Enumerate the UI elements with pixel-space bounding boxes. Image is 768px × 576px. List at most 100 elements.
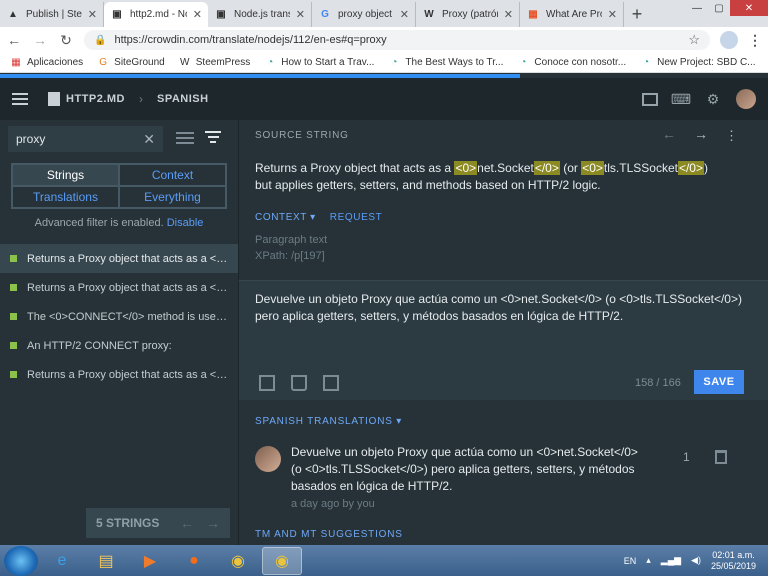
placeholder-tag[interactable]: <0> <box>454 161 478 175</box>
input-language[interactable]: EN <box>624 556 637 566</box>
reload-icon[interactable]: ↻ <box>58 32 74 48</box>
close-icon[interactable]: ✕ <box>296 8 305 21</box>
list-item[interactable]: Returns a Proxy object that acts as a <0… <box>0 244 238 273</box>
new-tab-button[interactable]: + <box>624 2 650 27</box>
ie-icon[interactable]: e <box>42 547 82 575</box>
string-text: The <0>CONNECT</0> method is used to... <box>27 310 228 323</box>
bookmark-travel[interactable]: ◔ How to Start a Trav... <box>264 57 374 69</box>
save-button[interactable]: SAVE <box>694 370 744 394</box>
list-item[interactable]: Returns a Proxy object that acts as a <0… <box>0 273 238 302</box>
prev-page-icon[interactable]: ← <box>180 515 194 531</box>
browser-tab-wikipedia[interactable]: W Proxy (patrón ✕ <box>416 2 520 27</box>
address-bar: ← → ↻ 🔒 https://crowdin.com/translate/no… <box>0 27 768 53</box>
filter-strings[interactable]: Strings <box>12 164 119 186</box>
bookmark-apps[interactable]: ▦ Aplicaciones <box>10 57 83 69</box>
bookmark-label: SiteGround <box>114 57 165 68</box>
chrome-active-icon[interactable]: ◉ <box>262 546 302 575</box>
more-vert-icon[interactable]: ⋮ <box>748 32 762 49</box>
firefox-icon[interactable]: ● <box>174 547 214 575</box>
hamburger-menu-icon[interactable] <box>12 93 28 105</box>
previous-string-icon[interactable]: ← <box>662 126 676 142</box>
gear-icon[interactable]: ⚙ <box>704 91 722 107</box>
translation-text: Devuelve un objeto Proxy que actúa como … <box>291 445 638 493</box>
close-icon[interactable]: ✕ <box>608 8 617 21</box>
filter-translations[interactable]: Translations <box>12 186 119 208</box>
bookmark-label: Conoce con nosotr... <box>534 57 627 68</box>
volume-icon[interactable]: ◀) <box>691 555 701 566</box>
wordpress-icon: W <box>180 57 190 68</box>
bookmark-siteground[interactable]: G SiteGround <box>97 57 165 69</box>
close-icon[interactable]: ✕ <box>193 8 202 21</box>
split-view-icon[interactable] <box>323 375 339 391</box>
sidebar: proxy ✕ Strings Context Translations Eve… <box>0 120 238 545</box>
start-button[interactable] <box>4 545 38 576</box>
clear-icon[interactable] <box>291 375 307 391</box>
keyboard-icon[interactable]: ⌨ <box>671 91 691 107</box>
clock[interactable]: 02:01 a.m. 25/05/2019 <box>711 550 756 572</box>
bookmark-label: How to Start a Trav... <box>281 57 375 68</box>
translation-editor[interactable]: Devuelve un objeto Proxy que actúa como … <box>239 280 768 400</box>
profile-icon[interactable] <box>720 31 738 49</box>
network-icon[interactable]: ▂▄▆ <box>661 555 681 566</box>
minimize-icon[interactable]: — <box>686 0 708 16</box>
approved-status-icon <box>10 371 17 378</box>
translation-input[interactable]: Devuelve un objeto Proxy que actúa como … <box>255 291 745 325</box>
header-actions: ⌨ ⚙ <box>642 89 756 109</box>
browser-tab-microsoft[interactable]: ▦ What Are Prox ✕ <box>520 2 624 27</box>
more-vert-icon[interactable]: ⋮ <box>725 128 738 144</box>
close-icon[interactable]: ✕ <box>400 8 409 21</box>
placeholder-tag[interactable]: </0> <box>677 161 704 175</box>
file-icon <box>48 92 60 106</box>
filter-icon[interactable] <box>205 131 221 143</box>
close-window-icon[interactable]: ✕ <box>730 0 768 16</box>
url-field[interactable]: 🔒 https://crowdin.com/translate/nodejs/1… <box>84 30 710 50</box>
tm-suggestions-title[interactable]: TM AND MT SUGGESTIONS <box>255 529 403 540</box>
forward-icon[interactable]: → <box>32 32 48 48</box>
next-string-icon[interactable]: → <box>694 126 708 142</box>
tab-context[interactable]: CONTEXT ▾ <box>255 212 316 223</box>
siteground-icon: G <box>99 57 108 68</box>
target-language[interactable]: SPANISH <box>157 93 209 105</box>
placeholder-tag[interactable]: <0> <box>581 161 604 175</box>
approved-status-icon <box>10 255 17 262</box>
layout-icon[interactable] <box>642 92 658 106</box>
file-name[interactable]: HTTP2.MD <box>66 93 125 105</box>
bookmark-best-ways[interactable]: ◔ The Best Ways to Tr... <box>388 57 503 69</box>
placeholder-tag[interactable]: </0> <box>533 161 560 175</box>
browser-tab-nodejs[interactable]: ▣ Node.js transl ✕ <box>208 2 312 27</box>
chrome-icon[interactable]: ◉ <box>218 547 258 575</box>
back-icon[interactable]: ← <box>6 32 22 48</box>
bookmark-conoce[interactable]: ◔ Conoce con nosotr... <box>517 57 626 69</box>
bookmark-steempress[interactable]: W SteemPress <box>179 57 250 69</box>
list-item[interactable]: An HTTP/2 CONNECT proxy: <box>0 331 238 360</box>
browser-tab-google[interactable]: Gproxy object - ✕ <box>312 2 416 27</box>
apps-icon: ▦ <box>11 57 21 68</box>
copy-source-icon[interactable] <box>259 375 275 391</box>
bookmark-sbd[interactable]: ◔ New Project: SBD C... <box>640 57 755 69</box>
search-input[interactable]: proxy ✕ <box>8 126 163 152</box>
folder-icon[interactable]: ▤ <box>86 547 126 575</box>
trash-icon[interactable] <box>715 450 727 464</box>
approved-status-icon <box>10 342 17 349</box>
context-tabs: CONTEXT ▾ REQUEST <box>255 212 382 223</box>
tab-request[interactable]: REQUEST <box>330 212 383 223</box>
list-item[interactable]: Returns a Proxy object that acts as a <0… <box>0 360 238 389</box>
close-icon[interactable]: ✕ <box>88 8 97 21</box>
maximize-icon[interactable]: ▢ <box>708 0 730 16</box>
browser-tab-http2[interactable]: ▣ http2.md - No ✕ <box>104 2 208 27</box>
filter-context[interactable]: Context <box>119 164 226 186</box>
spanish-translations-title[interactable]: SPANISH TRANSLATIONS ▾ <box>255 416 402 427</box>
filter-everything[interactable]: Everything <box>119 186 226 208</box>
clear-search-icon[interactable]: ✕ <box>143 131 155 148</box>
list-view-icon[interactable] <box>176 132 194 144</box>
avatar[interactable] <box>736 89 756 109</box>
browser-tab-publish[interactable]: ▲ Publish | Stee ✕ <box>0 2 104 27</box>
disable-filter-link[interactable]: Disable <box>167 217 204 229</box>
close-icon[interactable]: ✕ <box>504 8 513 21</box>
media-player-icon[interactable]: ▶ <box>130 547 170 575</box>
context-info: Paragraph text XPath: /p[197] <box>255 232 327 264</box>
next-page-icon[interactable]: → <box>206 515 220 531</box>
star-icon[interactable]: ☆ <box>688 32 700 48</box>
list-item[interactable]: The <0>CONNECT</0> method is used to... <box>0 302 238 331</box>
tray-arrow-icon[interactable]: ▴ <box>646 555 651 566</box>
